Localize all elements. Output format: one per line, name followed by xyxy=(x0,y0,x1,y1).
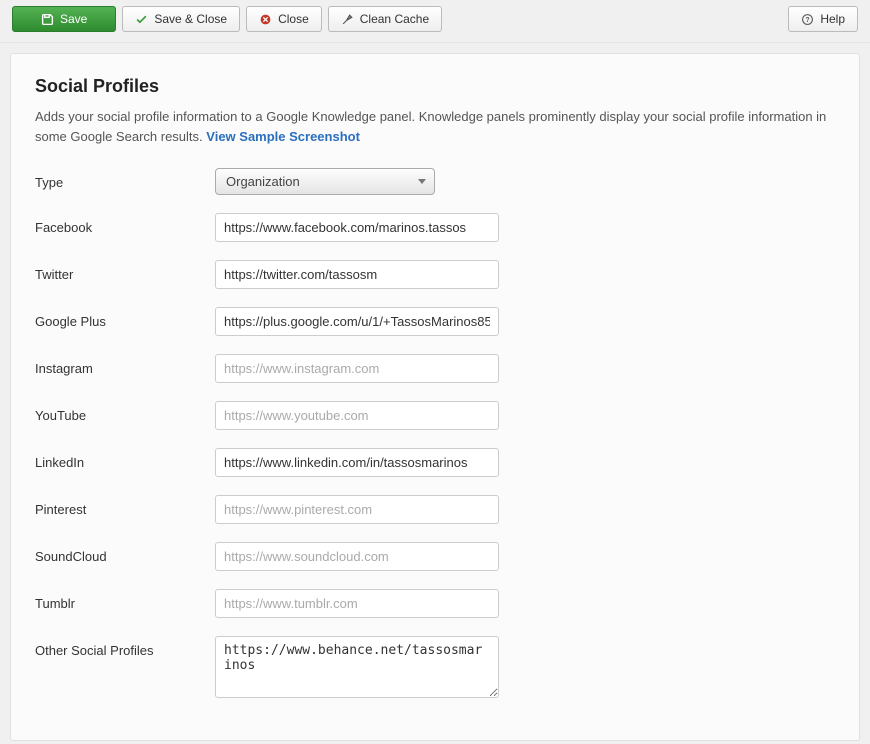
clean-cache-button[interactable]: Clean Cache xyxy=(328,6,442,32)
linkedin-row: LinkedIn xyxy=(35,448,835,477)
twitter-input[interactable] xyxy=(215,260,499,289)
googleplus-row: Google Plus xyxy=(35,307,835,336)
social-profiles-panel: Social Profiles Adds your social profile… xyxy=(10,53,860,741)
view-sample-link[interactable]: View Sample Screenshot xyxy=(206,129,360,144)
clean-cache-button-label: Clean Cache xyxy=(360,12,429,26)
twitter-label: Twitter xyxy=(35,260,215,282)
save-button[interactable]: Save xyxy=(12,6,116,32)
panel-description: Adds your social profile information to … xyxy=(35,107,835,146)
googleplus-label: Google Plus xyxy=(35,307,215,329)
save-close-button[interactable]: Save & Close xyxy=(122,6,240,32)
type-label: Type xyxy=(35,168,215,190)
facebook-label: Facebook xyxy=(35,213,215,235)
save-button-label: Save xyxy=(60,12,87,26)
linkedin-input[interactable] xyxy=(215,448,499,477)
twitter-row: Twitter xyxy=(35,260,835,289)
toolbar: Save Save & Close Close Clean Cache ? He… xyxy=(0,0,870,43)
help-button-label: Help xyxy=(820,12,845,26)
chevron-down-icon xyxy=(418,179,426,184)
other-textarea[interactable] xyxy=(215,636,499,698)
check-icon xyxy=(135,13,148,26)
tumblr-input[interactable] xyxy=(215,589,499,618)
tumblr-row: Tumblr xyxy=(35,589,835,618)
type-row: Type Organization xyxy=(35,168,835,195)
type-select[interactable]: Organization xyxy=(215,168,435,195)
svg-text:?: ? xyxy=(806,17,810,24)
youtube-input[interactable] xyxy=(215,401,499,430)
other-label: Other Social Profiles xyxy=(35,636,215,658)
youtube-label: YouTube xyxy=(35,401,215,423)
tumblr-label: Tumblr xyxy=(35,589,215,611)
pinterest-label: Pinterest xyxy=(35,495,215,517)
googleplus-input[interactable] xyxy=(215,307,499,336)
pinterest-input[interactable] xyxy=(215,495,499,524)
other-row: Other Social Profiles xyxy=(35,636,835,698)
facebook-row: Facebook xyxy=(35,213,835,242)
close-icon xyxy=(259,13,272,26)
help-icon: ? xyxy=(801,13,814,26)
youtube-row: YouTube xyxy=(35,401,835,430)
instagram-row: Instagram xyxy=(35,354,835,383)
facebook-input[interactable] xyxy=(215,213,499,242)
save-icon xyxy=(41,13,54,26)
close-button[interactable]: Close xyxy=(246,6,322,32)
pinterest-row: Pinterest xyxy=(35,495,835,524)
soundcloud-label: SoundCloud xyxy=(35,542,215,564)
soundcloud-row: SoundCloud xyxy=(35,542,835,571)
close-button-label: Close xyxy=(278,12,309,26)
instagram-input[interactable] xyxy=(215,354,499,383)
linkedin-label: LinkedIn xyxy=(35,448,215,470)
type-select-value: Organization xyxy=(226,174,300,189)
save-close-button-label: Save & Close xyxy=(154,12,227,26)
instagram-label: Instagram xyxy=(35,354,215,376)
broom-icon xyxy=(341,13,354,26)
soundcloud-input[interactable] xyxy=(215,542,499,571)
help-button[interactable]: ? Help xyxy=(788,6,858,32)
panel-title: Social Profiles xyxy=(35,76,835,97)
